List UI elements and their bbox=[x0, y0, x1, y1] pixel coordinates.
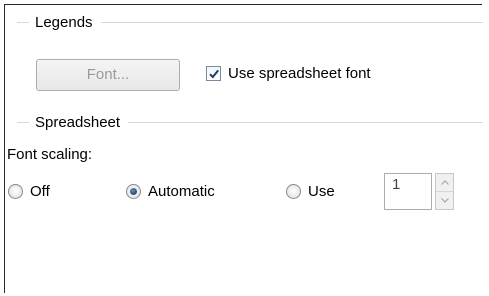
spreadsheet-group-title: Spreadsheet bbox=[35, 113, 121, 131]
checkmark-icon bbox=[209, 69, 219, 79]
font-scale-value-input[interactable]: 1 bbox=[384, 173, 432, 210]
radio-use-label: Use bbox=[308, 183, 335, 200]
use-spreadsheet-font-checkbox[interactable]: Use spreadsheet font bbox=[206, 65, 371, 82]
radio-off[interactable]: Off bbox=[8, 183, 50, 200]
spin-down-button[interactable] bbox=[436, 192, 453, 210]
checkbox-box[interactable] bbox=[206, 66, 221, 81]
radio-automatic[interactable]: Automatic bbox=[126, 183, 215, 200]
group-rule bbox=[128, 121, 483, 123]
radio-circle[interactable] bbox=[286, 184, 301, 199]
chevron-down-icon bbox=[440, 197, 449, 203]
use-spreadsheet-font-label: Use spreadsheet font bbox=[228, 65, 371, 82]
group-rule-lead bbox=[17, 121, 29, 123]
font-button[interactable]: Font... bbox=[36, 59, 180, 91]
chart-options-panel: Legends Font... Use spreadsheet font Spr… bbox=[4, 4, 483, 293]
group-rule-lead bbox=[17, 21, 29, 23]
font-scaling-label: Font scaling: bbox=[7, 146, 93, 163]
radio-automatic-label: Automatic bbox=[148, 183, 215, 200]
radio-circle-selected[interactable] bbox=[126, 184, 141, 199]
radio-circle[interactable] bbox=[8, 184, 23, 199]
group-rule bbox=[100, 21, 483, 23]
radio-use[interactable]: Use bbox=[286, 183, 335, 200]
font-scale-spinner[interactable] bbox=[435, 173, 454, 210]
radio-off-label: Off bbox=[30, 183, 50, 200]
chevron-up-icon bbox=[440, 179, 449, 185]
spin-up-button[interactable] bbox=[436, 174, 453, 192]
legends-group-title: Legends bbox=[35, 13, 93, 31]
spreadsheet-group-header: Spreadsheet bbox=[17, 113, 483, 131]
legends-group-header: Legends bbox=[17, 13, 483, 31]
